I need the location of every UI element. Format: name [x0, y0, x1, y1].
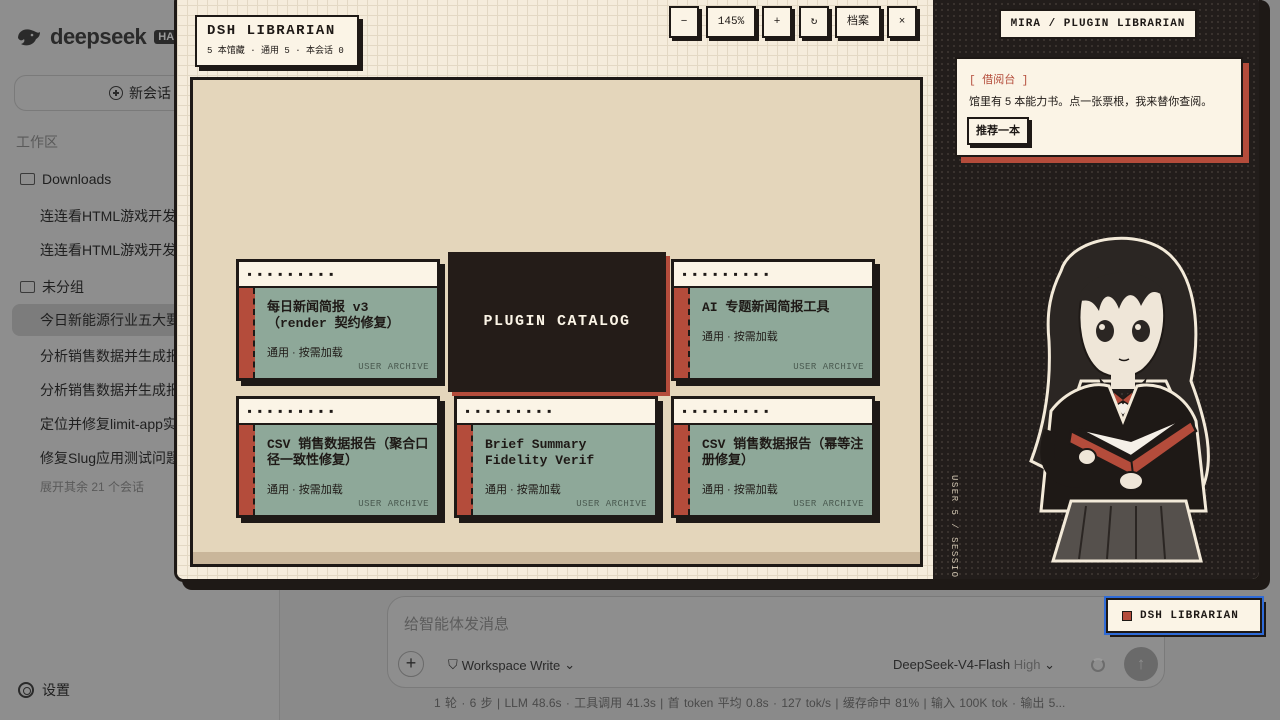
card-meta: 通用 · 按需加载	[485, 484, 561, 496]
message-input[interactable]: 给智能体发消息	[404, 613, 509, 634]
card-body: Brief Summary Fidelity Verif 通用 · 按需加载 U…	[457, 423, 655, 515]
card-stripe	[674, 425, 690, 515]
folder-downloads[interactable]: Downloads	[20, 171, 111, 187]
folder-icon	[20, 281, 35, 293]
card-archive-label: USER ARCHIVE	[793, 362, 864, 372]
brand-name: deepseek	[50, 24, 147, 49]
plugin-card[interactable]: ▪▪▪▪▪▪▪▪▪ CSV 销售数据报告（聚合口径一致性修复） 通用 · 按需加…	[236, 396, 440, 518]
card-archive-label: USER ARCHIVE	[576, 499, 647, 509]
send-button[interactable]: ↑	[1124, 647, 1158, 681]
card-title: 每日新闻简报 v3 （render 契约修复）	[267, 300, 400, 331]
zoom-level: 145%	[706, 6, 756, 38]
settings-button[interactable]: 设置	[18, 680, 70, 700]
card-dots: ▪▪▪▪▪▪▪▪▪	[246, 268, 338, 282]
folder-ungrouped[interactable]: 未分组	[20, 277, 84, 297]
book-icon	[1122, 610, 1132, 621]
show-more-link[interactable]: 展开其余 21 个会话	[40, 478, 144, 495]
close-button[interactable]: ×	[887, 6, 917, 38]
card-body: 每日新闻简报 v3 （render 契约修复） 通用 · 按需加载 USER A…	[239, 286, 437, 378]
librarian-window: DSH LIBRARIAN 5 本馆藏 · 通用 5 · 本会话 0 − 145…	[174, 0, 1262, 582]
shield-icon: ⛉	[448, 657, 458, 672]
settings-label: 设置	[42, 682, 70, 698]
zoom-out-button[interactable]: −	[669, 6, 699, 38]
card-meta: 通用 · 按需加载	[267, 347, 343, 359]
model-name: DeepSeek-V4-Flash	[893, 657, 1011, 672]
zoom-in-button[interactable]: +	[762, 6, 792, 38]
card-title: Brief Summary Fidelity Verif	[485, 437, 595, 468]
plugin-catalog-label: PLUGIN CATALOG	[448, 252, 666, 392]
recommend-button[interactable]: 推荐一本	[967, 117, 1029, 145]
panel-tag: MIRA / PLUGIN LIBRARIAN	[999, 9, 1197, 39]
card-body: CSV 销售数据报告（幂等注册修复） 通用 · 按需加载 USER ARCHIV…	[674, 423, 872, 515]
folder-label: 未分组	[42, 279, 84, 295]
librarian-panel: MIRA / PLUGIN LIBRARIAN [ 借阅台 ] 馆里有 5 本能…	[933, 0, 1259, 582]
card-title: CSV 销售数据报告（幂等注册修复）	[702, 437, 864, 468]
card-meta: 通用 · 按需加载	[267, 484, 343, 496]
card-meta: 通用 · 按需加载	[702, 331, 778, 343]
launcher-label: DSH LIBRARIAN	[1140, 609, 1239, 622]
workspace-section-title: 工作区	[16, 134, 58, 150]
librarian-title-box: DSH LIBRARIAN 5 本馆藏 · 通用 5 · 本会话 0	[195, 15, 359, 67]
librarian-character-illustration	[1029, 236, 1210, 563]
card-title: CSV 销售数据报告（聚合口径一致性修复）	[267, 437, 429, 468]
chat-item[interactable]: 分析销售数据并生成报	[40, 346, 180, 366]
message-composer: 给智能体发消息 + ⛉ Workspace Write ⌄ DeepSeek-V…	[387, 596, 1165, 688]
effort-level: High	[1013, 657, 1041, 672]
card-stripe	[674, 288, 690, 378]
chat-item[interactable]: 定位并修复limit-app实	[40, 414, 177, 434]
folder-icon	[20, 173, 35, 185]
loading-spinner-icon	[1091, 658, 1105, 672]
workspace-mode-label: Workspace Write	[461, 657, 561, 673]
gear-icon	[18, 682, 34, 698]
card-archive-label: USER ARCHIVE	[793, 499, 864, 509]
librarian-subtitle: 5 本馆藏 · 通用 5 · 本会话 0	[207, 46, 344, 56]
card-body: CSV 销售数据报告（聚合口径一致性修复） 通用 · 按需加载 USER ARC…	[239, 423, 437, 515]
card-stripe	[457, 425, 473, 515]
chat-item[interactable]: 连连看HTML游戏开发	[40, 206, 176, 226]
card-archive-label: USER ARCHIVE	[358, 362, 429, 372]
lending-desk-title: [ 借阅台 ]	[969, 75, 1029, 87]
card-body: AI 专题新闻简报工具 通用 · 按需加载 USER ARCHIVE	[674, 286, 872, 378]
new-chat-label: 新会话	[129, 85, 171, 101]
card-dots: ▪▪▪▪▪▪▪▪▪	[464, 405, 556, 419]
model-select[interactable]: DeepSeek-V4-Flash High ⌄	[893, 657, 1055, 673]
card-dots: ▪▪▪▪▪▪▪▪▪	[246, 405, 338, 419]
plugin-card[interactable]: ▪▪▪▪▪▪▪▪▪ AI 专题新闻简报工具 通用 · 按需加载 USER ARC…	[671, 259, 875, 381]
chat-item[interactable]: 修复Slug应用测试问题	[40, 448, 180, 468]
chat-item[interactable]: 连连看HTML游戏开发	[40, 240, 176, 260]
lending-desk-bubble: [ 借阅台 ] 馆里有 5 本能力书。点一张票根，我来替你查阅。 推荐一本	[955, 57, 1243, 157]
refresh-button[interactable]: ↻	[799, 6, 829, 38]
plugin-card[interactable]: ▪▪▪▪▪▪▪▪▪ Brief Summary Fidelity Verif 通…	[454, 396, 658, 518]
plugin-card[interactable]: ▪▪▪▪▪▪▪▪▪ 每日新闻简报 v3 （render 契约修复） 通用 · 按…	[236, 259, 440, 381]
archive-button[interactable]: 档案	[835, 6, 881, 38]
chat-item[interactable]: 分析销售数据并生成报	[40, 380, 180, 400]
card-stripe	[239, 425, 255, 515]
workspace-mode-select[interactable]: ⛉ Workspace Write ⌄	[448, 657, 575, 673]
card-meta: 通用 · 按需加载	[702, 484, 778, 496]
plugin-card[interactable]: ▪▪▪▪▪▪▪▪▪ CSV 销售数据报告（幂等注册修复） 通用 · 按需加载 U…	[671, 396, 875, 518]
card-archive-label: USER ARCHIVE	[358, 499, 429, 509]
session-counter-vertical: USER 5 / SESSION 0	[949, 475, 959, 582]
card-dots: ▪▪▪▪▪▪▪▪▪	[681, 268, 773, 282]
status-bar: 1 轮 · 6 步 | LLM 48.6s · 工具调用 41.3s | 首 t…	[434, 696, 1066, 710]
chevron-down-icon: ⌄	[1044, 657, 1055, 672]
librarian-title: DSH LIBRARIAN	[207, 23, 336, 39]
card-dots: ▪▪▪▪▪▪▪▪▪	[681, 405, 773, 419]
whale-logo-icon	[18, 29, 40, 46]
card-title: AI 专题新闻简报工具	[702, 300, 830, 315]
chevron-down-icon: ⌄	[564, 657, 576, 672]
catalog-canvas: ▪▪▪▪▪▪▪▪▪ 每日新闻简报 v3 （render 契约修复） 通用 · 按…	[190, 77, 923, 567]
card-stripe	[239, 288, 255, 378]
folder-label: Downloads	[42, 171, 112, 187]
canvas-floor	[193, 552, 920, 564]
librarian-launcher-button[interactable]: DSH LIBRARIAN	[1104, 596, 1264, 635]
lending-desk-message: 馆里有 5 本能力书。点一张票根，我来替你查阅。	[969, 96, 1213, 108]
brand-logo: deepseek HAR	[16, 24, 187, 50]
attach-button[interactable]: +	[398, 651, 424, 677]
plus-circle-icon	[109, 86, 123, 100]
